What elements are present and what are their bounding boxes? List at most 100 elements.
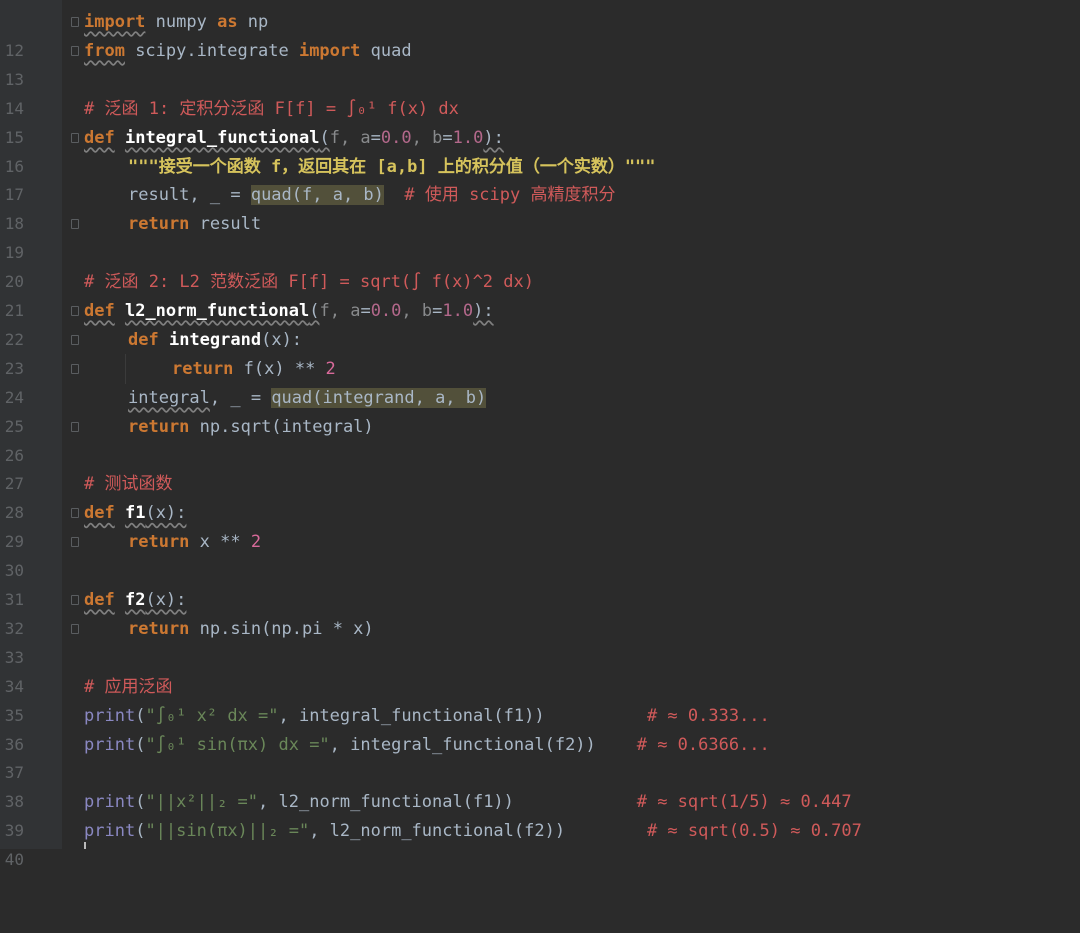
code-line[interactable]: 23 def integrand(x): — [0, 326, 1080, 378]
code-text: print("∫₀¹ sin(πx) dx =", integral_funct… — [84, 731, 770, 760]
comment: # 泛函 1: 定积分泛函 F[f] = ∫₀¹ f(x) dx — [84, 98, 459, 119]
assignment: result, _ = — [128, 185, 251, 206]
string-literal: "||x²||₂ =" — [145, 792, 259, 813]
code-line[interactable]: 14 — [0, 66, 1080, 118]
args: (x): — [145, 590, 187, 610]
code-line[interactable]: 22 def l2_norm_functional(f, a=0.0, b=1.… — [0, 297, 1080, 349]
fold-marker-icon[interactable] — [71, 132, 79, 143]
code-line[interactable]: 39 print("||x²||₂ =", l2_norm_functional… — [0, 788, 1080, 840]
code-line[interactable]: 29 def f1(x): — [0, 499, 1080, 551]
module-name: numpy — [145, 12, 218, 32]
function-name: f2 — [124, 590, 146, 610]
arguments: , integral_functional(f2)) — [329, 734, 596, 755]
keyword: return — [172, 358, 234, 379]
fold-marker-icon[interactable] — [71, 17, 79, 27]
code-line[interactable]: 35 # 应用泛函 — [0, 673, 1080, 725]
comment: # 使用 scipy 高精度积分 — [383, 185, 616, 206]
param: b — [432, 127, 443, 148]
operator: = — [442, 127, 453, 148]
code-editor[interactable]: 12 import numpy as np 13 from scipy.inte… — [0, 0, 1080, 869]
paren: ( — [309, 301, 320, 321]
code-line[interactable]: 25 integral, _ = quad(integrand, a, b) — [0, 384, 1080, 436]
keyword: def — [84, 503, 115, 524]
operator: = — [360, 301, 371, 321]
fold-marker-icon[interactable] — [71, 219, 79, 230]
code-text: print("∫₀¹ x² dx =", integral_functional… — [84, 702, 770, 731]
fold-marker-icon[interactable] — [71, 363, 79, 374]
arguments: , l2_norm_functional(f2)) — [309, 821, 566, 842]
number: 2 — [250, 532, 262, 553]
code-text: print("||x²||₂ =", l2_norm_functional(f1… — [84, 788, 852, 817]
args: (x): — [261, 329, 303, 350]
code-text: def f1(x): — [84, 499, 186, 528]
code-text: import numpy as np — [84, 8, 268, 37]
code-line[interactable]: 32 def f2(x): — [0, 586, 1080, 638]
code-text: return x ** 2 — [128, 528, 261, 557]
keyword: import — [84, 12, 146, 32]
comment: # ≈ sqrt(1/5) ≈ 0.447 — [513, 792, 852, 813]
docstring: """接受一个函数 f，返回其在 [a,b] 上的积分值（一个实数）""" — [128, 156, 656, 177]
param: b — [421, 301, 433, 321]
fold-marker-icon[interactable] — [71, 45, 79, 56]
param: a — [350, 301, 361, 321]
code-line[interactable]: 18 result, _ = quad(f, a, b) # 使用 scipy … — [0, 181, 1080, 233]
fold-marker-icon[interactable] — [71, 306, 79, 316]
arguments: , integral_functional(f1)) — [278, 705, 545, 726]
code-line[interactable]: 20 — [0, 239, 1080, 291]
operator: = — [370, 127, 381, 148]
code-line[interactable]: 36 print("∫₀¹ x² dx =", integral_functio… — [0, 702, 1080, 754]
code-line[interactable]: 26 return np.sqrt(integral) — [0, 413, 1080, 465]
comment: # 应用泛函 — [84, 676, 173, 697]
comment: # ≈ sqrt(0.5) ≈ 0.707 — [565, 821, 862, 842]
code-line[interactable]: 40 print("||sin(πx)||₂ =", l2_norm_funct… — [0, 817, 1080, 869]
fold-marker-icon[interactable] — [71, 623, 79, 634]
comment: # ≈ 0.333... — [544, 705, 770, 726]
number: 1.0 — [452, 127, 484, 148]
code-line[interactable]: 15 # 泛函 1: 定积分泛函 F[f] = ∫₀¹ f(x) dx — [0, 95, 1080, 147]
paren: ( — [135, 705, 146, 726]
paren: ): — [473, 301, 494, 321]
code-line[interactable]: 16 def integral_functional(f, a=0.0, b=1… — [0, 124, 1080, 176]
fold-marker-icon[interactable] — [71, 334, 79, 345]
code-line[interactable]: 17 """接受一个函数 f，返回其在 [a,b] 上的积分值（一个实数）""" — [0, 153, 1080, 205]
code-line[interactable]: 37 print("∫₀¹ sin(πx) dx =", integral_fu… — [0, 731, 1080, 783]
return-value: result — [189, 214, 262, 235]
separator: , — [401, 301, 422, 321]
fold-marker-icon[interactable] — [71, 537, 79, 548]
number: 0.0 — [370, 301, 402, 321]
fold-marker-icon[interactable] — [71, 421, 79, 432]
string-literal: "∫₀¹ x² dx =" — [145, 705, 279, 726]
code-line[interactable]: 24 return f(x) ** 2 — [0, 355, 1080, 407]
code-line[interactable]: 34 — [0, 644, 1080, 696]
import-name: quad — [360, 40, 412, 61]
code-line[interactable]: 19 return result — [0, 210, 1080, 262]
code-line[interactable]: 13 from scipy.integrate import quad — [0, 37, 1080, 89]
fold-marker-icon[interactable] — [71, 595, 79, 605]
builtin-print: print — [84, 705, 136, 726]
code-line[interactable]: 28 # 测试函数 — [0, 470, 1080, 522]
keyword: import — [298, 40, 361, 61]
keyword: return — [128, 416, 190, 437]
paren: ( — [319, 127, 330, 148]
function-name: l2_norm_functional — [124, 301, 310, 321]
return-value: np.sqrt(integral) — [189, 416, 374, 437]
keyword: def — [84, 301, 115, 321]
string-literal: "∫₀¹ sin(πx) dx =" — [145, 734, 330, 755]
expression: x ** — [189, 532, 251, 553]
code-line[interactable]: 33 return np.sin(np.pi * x) — [0, 615, 1080, 667]
code-line[interactable]: 38 — [0, 759, 1080, 811]
code-line[interactable]: 30 return x ** 2 — [0, 528, 1080, 580]
code-line[interactable]: 27 — [0, 442, 1080, 493]
assignment: , _ = — [209, 387, 272, 408]
code-text: return np.sqrt(integral) — [128, 413, 374, 442]
code-text: def f2(x): — [84, 586, 186, 615]
code-line[interactable]: 12 import numpy as np — [0, 8, 1080, 60]
code-line[interactable]: 31 — [0, 557, 1080, 609]
paren: ( — [135, 734, 146, 755]
keyword: return — [128, 532, 190, 553]
fold-marker-icon[interactable] — [71, 508, 79, 519]
keyword: def — [84, 127, 115, 148]
code-text: from scipy.integrate import quad — [84, 37, 412, 66]
code-line[interactable]: 21 # 泛函 2: L2 范数泛函 F[f] = sqrt(∫ f(x)^2 … — [0, 268, 1080, 320]
number: 1.0 — [442, 301, 474, 321]
